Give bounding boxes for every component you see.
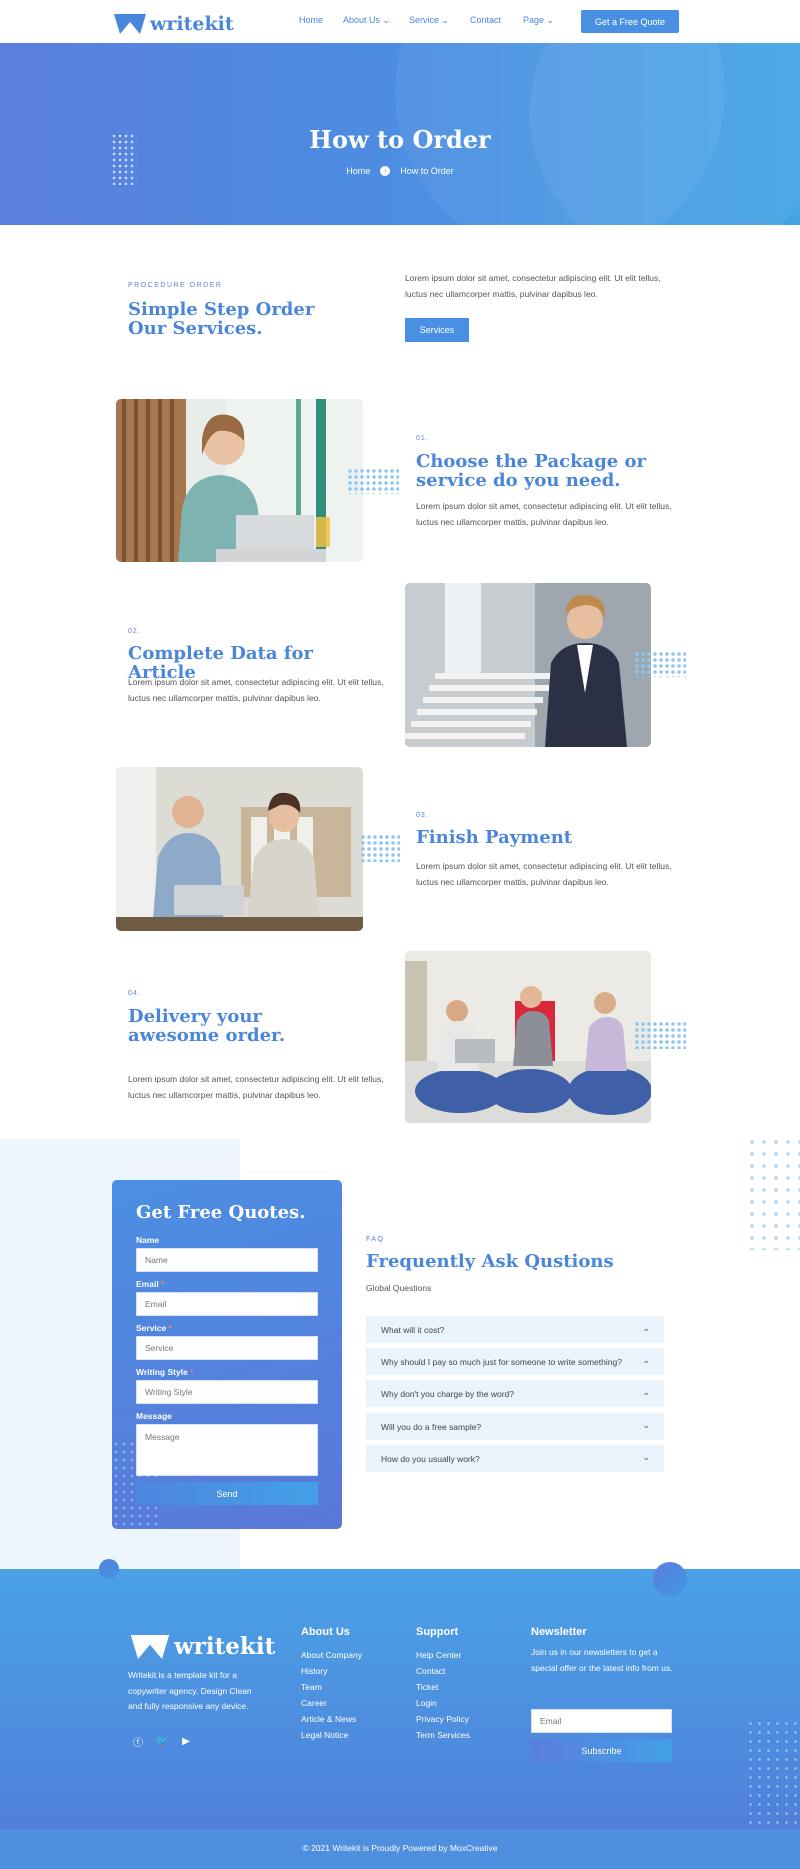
dot-pattern: [746, 1136, 800, 1250]
dot-pattern: [634, 651, 686, 677]
footer-link[interactable]: Legal Notice: [301, 1730, 348, 1740]
logo-icon: [114, 14, 146, 34]
decor-circle: [99, 1559, 119, 1579]
newsletter-text: Join us in our newsletters to get a spec…: [531, 1647, 673, 1673]
step-4-text: Lorem ipsum dolor sit amet, consectetur …: [128, 1074, 384, 1100]
footer-link[interactable]: History: [301, 1666, 327, 1676]
step-3-image: [116, 767, 363, 931]
logo[interactable]: writekit: [114, 12, 234, 36]
newsletter-heading: Newsletter: [531, 1626, 587, 1638]
service-input[interactable]: [136, 1336, 318, 1360]
step-2-text: Lorem ipsum dolor sit amet, consectetur …: [128, 677, 384, 703]
newsletter-email-input[interactable]: [531, 1709, 672, 1733]
step-1-number: 01.: [416, 435, 429, 442]
faq-item[interactable]: Why don't you charge by the word? ⌄: [366, 1380, 664, 1407]
chevron-down-icon: ⌄: [642, 1387, 650, 1397]
form-title: Get Free Quotes.: [136, 1202, 306, 1223]
send-button[interactable]: Send: [136, 1482, 318, 1505]
twitter-icon[interactable]: 🐦: [156, 1735, 168, 1747]
faq-subheading: Global Questions: [366, 1283, 432, 1293]
facebook-icon[interactable]: ⓕ: [132, 1735, 144, 1749]
step-1-title: Choose the Package or service do you nee…: [416, 451, 647, 491]
service-label: Service *: [136, 1323, 172, 1333]
dot-pattern: [347, 468, 399, 494]
step-3-text: Lorem ipsum dolor sit amet, consectetur …: [416, 861, 672, 887]
chevron-down-icon: ⌄: [642, 1355, 650, 1365]
breadcrumb-current: How to Order: [400, 166, 454, 176]
copyright: © 2021 Writekit is Proudly Powered by Mo…: [302, 1843, 498, 1853]
subscribe-button[interactable]: Subscribe: [531, 1739, 672, 1762]
footer-link[interactable]: About Company: [301, 1650, 362, 1660]
header: writekit Home About Us ⌄ Service ⌄ Conta…: [0, 0, 800, 43]
footer-link[interactable]: Article & News: [301, 1714, 356, 1724]
nav-page[interactable]: Page ⌄: [523, 15, 554, 26]
step-2-number: 02.: [128, 628, 141, 635]
faq-item[interactable]: Why should I pay so much just for someon…: [366, 1348, 664, 1375]
footer-support-heading: Support: [416, 1626, 459, 1638]
chevron-down-icon: ⌄: [441, 15, 450, 25]
step-1-text: Lorem ipsum dolor sit amet, consectetur …: [416, 501, 672, 527]
footer-link[interactable]: Contact: [416, 1666, 445, 1676]
faq-eyebrow: FAQ: [366, 1236, 385, 1243]
breadcrumb-home[interactable]: Home: [346, 166, 370, 176]
quote-form: Get Free Quotes. Name Email * Service * …: [112, 1180, 342, 1529]
footer-link[interactable]: Ticket: [416, 1682, 438, 1692]
footer: [0, 1569, 800, 1829]
decor-circle: [653, 1562, 687, 1596]
footer-link[interactable]: Career: [301, 1698, 327, 1708]
name-input[interactable]: [136, 1248, 318, 1272]
step-2-image: [405, 583, 651, 747]
message-textarea[interactable]: [136, 1424, 318, 1476]
intro-eyebrow: PROCEDURE ORDER: [128, 282, 223, 289]
faq-item[interactable]: How do you usually work? ⌄: [366, 1445, 664, 1472]
writing-style-label: Writing Style *: [136, 1367, 194, 1377]
nav-about-us[interactable]: About Us ⌄: [343, 15, 390, 26]
writing-style-input[interactable]: [136, 1380, 318, 1404]
footer-about: Writekit is a template kit for a copywri…: [128, 1670, 252, 1712]
nav-service[interactable]: Service ⌄: [409, 15, 449, 26]
logo-text: writekit: [174, 1633, 276, 1660]
dot-pattern: [360, 834, 400, 862]
step-4-number: 04.: [128, 990, 141, 997]
footer-logo[interactable]: writekit: [130, 1633, 275, 1663]
nav-home[interactable]: Home: [299, 15, 323, 25]
logo-text: writekit: [150, 13, 234, 35]
footer-link[interactable]: Help Center: [416, 1650, 461, 1660]
youtube-icon[interactable]: ▶: [180, 1735, 192, 1747]
step-4-image: [405, 951, 651, 1123]
name-label: Name: [136, 1235, 160, 1245]
breadcrumb: Home › How to Order: [0, 166, 800, 176]
dot-pattern: [634, 1021, 686, 1049]
footer-link[interactable]: Team: [301, 1682, 322, 1692]
chevron-down-icon: ⌄: [642, 1452, 650, 1462]
email-input[interactable]: [136, 1292, 318, 1316]
footer-link[interactable]: Term Services: [416, 1730, 470, 1740]
step-1-image: [116, 399, 363, 562]
email-label: Email *: [136, 1279, 165, 1289]
chevron-down-icon: ⌄: [642, 1323, 650, 1333]
faq-item[interactable]: Will you do a free sample? ⌄: [366, 1413, 664, 1440]
step-3-number: 03.: [416, 812, 429, 819]
services-button[interactable]: Services: [405, 318, 469, 342]
chevron-down-icon: ⌄: [382, 15, 391, 25]
chevron-right-icon: ›: [380, 166, 391, 176]
intro-text: Lorem ipsum dolor sit amet, consectetur …: [405, 273, 661, 299]
footer-bottom-bar: © 2021 Writekit is Proudly Powered by Mo…: [0, 1829, 800, 1869]
chevron-down-icon: ⌄: [642, 1420, 650, 1430]
faq-heading: Frequently Ask Qustions: [366, 1251, 614, 1272]
footer-link[interactable]: Login: [416, 1698, 437, 1708]
message-label: Message: [136, 1411, 172, 1421]
faq-item[interactable]: What will it cost? ⌄: [366, 1316, 664, 1343]
logo-icon: [130, 1635, 170, 1659]
footer-link[interactable]: Privacy Policy: [416, 1714, 469, 1724]
chevron-down-icon: ⌄: [546, 15, 555, 25]
footer-about-heading: About Us: [301, 1626, 350, 1638]
free-quote-button[interactable]: Get a Free Quote: [581, 10, 679, 33]
nav-contact[interactable]: Contact: [470, 15, 501, 25]
dot-pattern: [746, 1719, 800, 1829]
step-4-title: Delivery your awesome order.: [128, 1006, 286, 1046]
intro-heading: Simple Step Order Our Services.: [128, 299, 315, 339]
step-3-title: Finish Payment: [416, 827, 573, 848]
page-title: How to Order: [309, 125, 491, 154]
